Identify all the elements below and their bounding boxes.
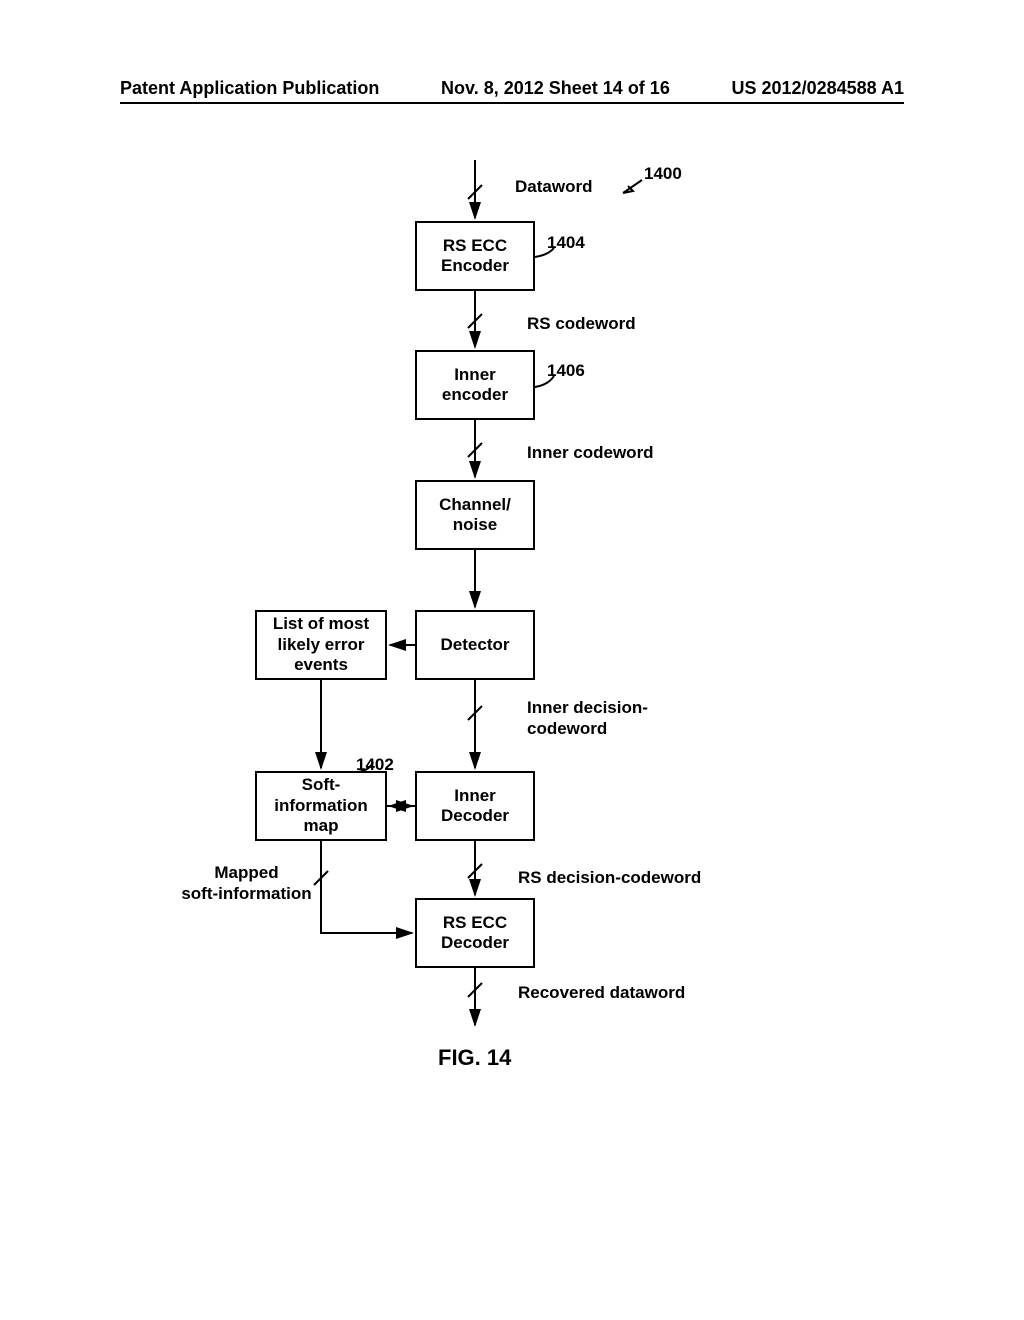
header-left: Patent Application Publication: [120, 78, 379, 99]
box-rs-ecc-decoder: RS ECC Decoder: [415, 898, 535, 968]
box-inner-decoder: Inner Decoder: [415, 771, 535, 841]
label-mapped-soft-info: Mapped soft-information: [179, 862, 314, 905]
box-soft-info-map: Soft- information map: [255, 771, 387, 841]
box-rs-ecc-encoder: RS ECC Encoder: [415, 221, 535, 291]
header-rule: [120, 102, 904, 104]
label-1404: 1404: [547, 233, 585, 253]
box-list-error-events: List of most likely error events: [255, 610, 387, 680]
figure-caption: FIG. 14: [438, 1045, 511, 1071]
header-center: Nov. 8, 2012 Sheet 14 of 16: [441, 78, 670, 99]
label-1406: 1406: [547, 361, 585, 381]
box-channel-noise: Channel/ noise: [415, 480, 535, 550]
label-recovered-dataword: Recovered dataword: [518, 983, 685, 1003]
page: Patent Application Publication Nov. 8, 2…: [0, 0, 1024, 1320]
label-rs-decision-codeword: RS decision-codeword: [518, 868, 701, 888]
label-dataword: Dataword: [515, 177, 592, 197]
box-detector: Detector: [415, 610, 535, 680]
page-header: Patent Application Publication Nov. 8, 2…: [0, 78, 1024, 99]
label-1400: 1400: [644, 164, 682, 184]
header-right: US 2012/0284588 A1: [732, 78, 904, 99]
label-inner-decision-codeword: Inner decision- codeword: [527, 697, 648, 740]
label-rs-codeword: RS codeword: [527, 314, 636, 334]
box-inner-encoder: Inner encoder: [415, 350, 535, 420]
label-inner-codeword: Inner codeword: [527, 443, 654, 463]
